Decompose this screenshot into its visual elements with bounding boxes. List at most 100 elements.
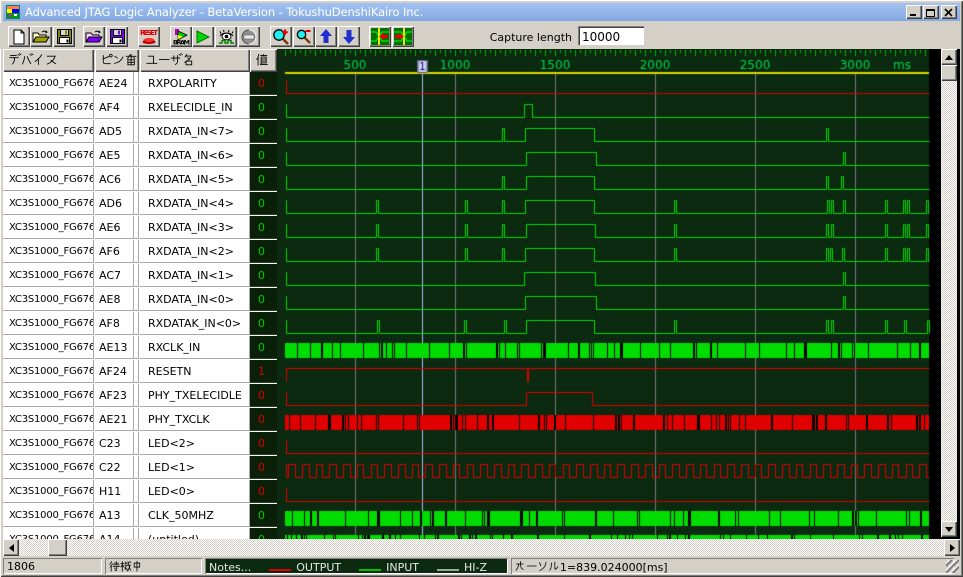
move-up-button[interactable] [315, 26, 337, 47]
watch-button[interactable] [215, 26, 237, 47]
cell-pin: AF6 [95, 240, 134, 263]
signal-row-RXCLK_IN[interactable]: XC3S1000_FG676 AE13 RXCLK_IN 0 [3, 336, 277, 360]
signal-row-RXDATA_IN<1>[interactable]: XC3S1000_FG676 AC7 RXDATA_IN<1> 0 [3, 264, 277, 288]
svg-text:1=839.024000[ms]: 1=839.024000[ms] [560, 561, 668, 574]
cell-device: XC3S1000_FG676 [3, 120, 94, 143]
column-header-0[interactable] [3, 49, 94, 72]
main-content: XC3S1000_FG676 AE24 RXPOLARITY 0 XC3S1000_FG… [3, 49, 960, 539]
status-sample-count: 1806 [3, 558, 102, 574]
column-header-1[interactable] [95, 49, 139, 72]
cell-gap [134, 408, 139, 431]
scroll-left-button[interactable] [3, 539, 19, 556]
horizontal-scrollbar[interactable] [3, 539, 960, 556]
minimize-icon [910, 13, 916, 16]
zoom-in-button[interactable] [270, 26, 292, 47]
cell-gap [134, 384, 139, 407]
app-icon [6, 5, 20, 19]
cell-user-name: RXELECIDLE_IN [140, 96, 250, 119]
resize-grip[interactable] [946, 560, 959, 573]
stop-button[interactable] [238, 26, 260, 47]
cell-pin: AD5 [95, 120, 134, 143]
signal-row-LED<2>[interactable]: XC3S1000_FG676 C23 LED<2> 0 [3, 432, 277, 456]
vertical-scrollbar[interactable] [941, 49, 957, 537]
close-icon [944, 7, 953, 17]
signal-row-LED<1>[interactable]: XC3S1000_FG676 C22 LED<1> 0 [3, 456, 277, 480]
open-project-button[interactable] [83, 26, 105, 47]
cell-value: 0 [250, 384, 277, 407]
cell-pin: H11 [95, 480, 134, 503]
title-bar[interactable]: Advanced JTAG Logic Analyzer - BetaVersi… [3, 3, 960, 21]
column-header-3[interactable] [250, 49, 277, 72]
column-header-2[interactable] [140, 49, 250, 72]
cell-value: 0 [250, 456, 277, 479]
open-folder-icon [32, 30, 50, 42]
cell-pin: C23 [95, 432, 134, 455]
scroll-right-button[interactable] [944, 539, 960, 556]
vertical-scroll-thumb[interactable] [941, 65, 957, 81]
signal-row-RXDATA_IN<6>[interactable]: XC3S1000_FG676 AE5 RXDATA_IN<6> 0 [3, 144, 277, 168]
signal-table: XC3S1000_FG676 AE24 RXPOLARITY 0 XC3S1000_FG… [3, 49, 277, 539]
signal-row-RXDATA_IN<5>[interactable]: XC3S1000_FG676 AC6 RXDATA_IN<5> 0 [3, 168, 277, 192]
horizontal-scroll-thumb[interactable] [48, 539, 67, 556]
scroll-down-button[interactable] [941, 521, 957, 537]
cell-value: 0 [250, 192, 277, 215]
signal-row-PHY_TXELECIDLE[interactable]: XC3S1000_FG676 AF23 PHY_TXELECIDLE 0 [3, 384, 277, 408]
cell-value: 0 [250, 240, 277, 263]
signal-row-RXDATA_IN<4>[interactable]: XC3S1000_FG676 AD6 RXDATA_IN<4> 0 [3, 192, 277, 216]
signal-row-LED<0>[interactable]: XC3S1000_FG676 H11 LED<0> 0 [3, 480, 277, 504]
cell-user-name: PHY_TXCLK [140, 408, 250, 431]
open-button[interactable] [30, 26, 52, 47]
signal-row-RESETN[interactable]: XC3S1000_FG676 AF24 RESETN 1 [3, 360, 277, 384]
close-button[interactable] [941, 5, 957, 19]
save-button[interactable] [53, 26, 75, 47]
signal-row-RXDATA_IN<3>[interactable]: XC3S1000_FG676 AE6 RXDATA_IN<3> 0 [3, 216, 277, 240]
cell-device: XC3S1000_FG676 [3, 240, 94, 263]
bram-run-icon: BRAM [173, 29, 190, 45]
cell-value: 0 [250, 144, 277, 167]
cell-user-name: RXDATA_IN<0> [140, 288, 250, 311]
signal-row-RXDATA_IN<2>[interactable]: XC3S1000_FG676 AF6 RXDATA_IN<2> 0 [3, 240, 277, 264]
cell-user-name: RXDATA_IN<2> [140, 240, 250, 263]
cell-pin: AE8 [95, 288, 134, 311]
cell-device: XC3S1000_FG676 [3, 144, 94, 167]
scroll-left-icon [8, 543, 14, 552]
legend-label-hi-z: HI-Z [464, 560, 488, 574]
signal-row-(untitled)[interactable]: XC3S1000_FG676A14 (untitled)0 [3, 528, 277, 539]
cell-pin: AD6 [95, 192, 134, 215]
save-floppy-purple-icon [109, 29, 125, 44]
arrow-up-icon [320, 29, 332, 43]
move-down-button[interactable] [338, 26, 360, 47]
window-title: Advanced JTAG Logic Analyzer - BetaVersi… [25, 5, 424, 19]
signal-row-RXPOLARITY[interactable]: XC3S1000_FG676 AE24 RXPOLARITY 0 [3, 72, 277, 96]
new-button[interactable] [8, 26, 30, 47]
reset-button[interactable]: RESET [138, 26, 160, 47]
signal-row-RXELECIDLE_IN[interactable]: XC3S1000_FG676 AF4 RXELECIDLE_IN 0 [3, 96, 277, 120]
cursor-next-button[interactable] [392, 26, 414, 47]
signal-row-RXDATA_IN<7>[interactable]: XC3S1000_FG676 AD5 RXDATA_IN<7> 0 [3, 120, 277, 144]
cell-gap [134, 480, 139, 503]
run-button[interactable] [192, 26, 214, 47]
save-project-button[interactable] [106, 26, 128, 47]
signal-row-RXDATA_IN<0>[interactable]: XC3S1000_FG676 AE8 RXDATA_IN<0> 0 [3, 288, 277, 312]
minimize-button[interactable] [906, 5, 922, 19]
maximize-button[interactable] [923, 5, 939, 19]
cell-value: 0 [250, 312, 277, 335]
cell-value: 0 [250, 408, 277, 431]
bram-button[interactable]: BRAM [170, 26, 192, 47]
play-icon [196, 29, 210, 44]
cell-user-name: RXDATA_IN<6> [140, 144, 250, 167]
cell-value: 0 [250, 96, 277, 119]
cursor-prev-button[interactable] [369, 26, 391, 47]
cell-user-name: RXDATAK_IN<0> [140, 312, 250, 335]
cell-gap [134, 216, 139, 239]
signal-row-RXDATAK_IN<0>[interactable]: XC3S1000_FG676 AF8 RXDATAK_IN<0> 0 [3, 312, 277, 336]
signal-row-CLK_50MHZ[interactable]: XC3S1000_FG676 A13 CLK_50MHZ 0 [3, 504, 277, 528]
cell-device: XC3S1000_FG676 [3, 264, 94, 287]
signal-row-PHY_TXCLK[interactable]: XC3S1000_FG676 AE21 PHY_TXCLK 0 [3, 408, 277, 432]
capture-length-input[interactable] [578, 26, 644, 45]
legend-label-input: INPUT [386, 560, 419, 574]
scroll-up-button[interactable] [941, 49, 957, 65]
zoom-out-button[interactable] [293, 26, 315, 47]
zoom-in-icon [273, 28, 289, 45]
waveform-canvas[interactable] [277, 49, 957, 539]
